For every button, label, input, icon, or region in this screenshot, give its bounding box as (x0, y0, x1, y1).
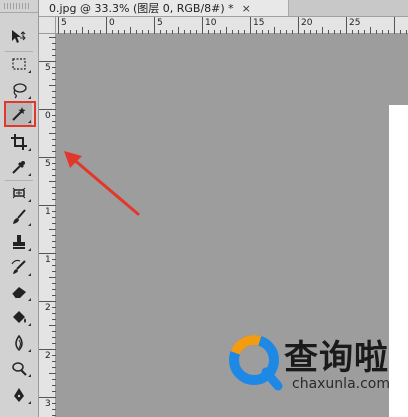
ruler-label: 2 (45, 351, 51, 361)
bucket-icon (10, 308, 28, 326)
ruler-label: 5 (157, 18, 163, 28)
submenu-indicator (28, 349, 31, 352)
history-brush-tool[interactable] (6, 256, 32, 278)
submenu-indicator (28, 273, 31, 276)
submenu-indicator (28, 248, 31, 251)
ruler-label: 0 (109, 18, 115, 28)
ruler-label: 2 (45, 303, 51, 313)
submenu-indicator (28, 70, 31, 73)
horizontal-ruler[interactable]: 5 0 5 10 15 20 25 (56, 17, 408, 34)
ruler-label: 0 (45, 111, 51, 121)
submenu-indicator (28, 148, 31, 151)
eraser-icon (10, 283, 28, 301)
eraser-tool[interactable] (6, 281, 32, 303)
submenu-indicator (28, 374, 31, 377)
dodge-tool[interactable] (6, 357, 32, 379)
close-icon[interactable]: × (242, 3, 251, 14)
photoshop-window: 0.jpg @ 33.3% (图层 0, RGB/8#) * × 5 0 5 1… (0, 0, 408, 417)
magic-wand-icon (10, 105, 28, 123)
stamp-icon (10, 233, 28, 251)
divider (5, 180, 33, 181)
brush-tool[interactable] (6, 206, 32, 228)
pen-tool[interactable] (6, 384, 32, 406)
blur-icon (10, 334, 28, 352)
lasso-tool[interactable] (6, 79, 32, 101)
paint-bucket-tool[interactable] (6, 306, 32, 328)
crop-icon (10, 133, 28, 151)
divider (5, 51, 33, 52)
canvas-area[interactable] (56, 34, 408, 417)
submenu-indicator (28, 298, 31, 301)
brush-icon (10, 208, 28, 226)
ruler-label: 25 (349, 18, 361, 28)
marquee-tool[interactable] (6, 53, 32, 75)
ruler-label: 10 (205, 18, 217, 28)
marquee-icon (10, 55, 28, 73)
lasso-icon (10, 81, 28, 99)
tools-panel (0, 0, 39, 417)
submenu-indicator (28, 323, 31, 326)
panel-grip[interactable] (4, 3, 30, 9)
vertical-ruler[interactable]: 5 0 5 1 1 2 2 3 (39, 34, 56, 417)
ruler-label: 1 (45, 255, 51, 265)
ruler-label: 5 (45, 63, 51, 73)
submenu-indicator (28, 173, 31, 176)
submenu-indicator (28, 96, 31, 99)
ruler-label: 5 (45, 159, 51, 169)
tab-bar: 0.jpg @ 33.3% (图层 0, RGB/8#) * × (39, 0, 408, 17)
ruler-label: 15 (253, 18, 265, 28)
history-brush-icon (10, 258, 28, 276)
ruler-label: 20 (301, 18, 313, 28)
move-tool[interactable] (6, 26, 32, 48)
ruler-label: 3 (45, 399, 51, 409)
submenu-indicator (28, 223, 31, 226)
blur-tool[interactable] (6, 332, 32, 354)
dodge-icon (10, 359, 28, 377)
clone-stamp-tool[interactable] (6, 231, 32, 253)
magic-wand-tool[interactable] (6, 103, 32, 125)
submenu-indicator (28, 199, 31, 202)
image-canvas-edge (389, 105, 408, 417)
document-window: 0.jpg @ 33.3% (图层 0, RGB/8#) * × 5 0 5 1… (39, 0, 408, 417)
submenu-indicator (28, 120, 31, 123)
eyedropper-tool[interactable] (6, 156, 32, 178)
document-tab-title: 0.jpg @ 33.3% (图层 0, RGB/8#) * (49, 2, 234, 15)
ruler-origin[interactable] (39, 17, 56, 34)
crop-tool[interactable] (6, 131, 32, 153)
ruler-label: 5 (61, 18, 67, 28)
submenu-indicator (28, 401, 31, 404)
ruler-label: 1 (45, 207, 51, 217)
healing-icon (10, 184, 28, 202)
eyedropper-icon (10, 158, 28, 176)
divider (0, 12, 38, 13)
pen-icon (10, 386, 28, 404)
document-tab[interactable]: 0.jpg @ 33.3% (图层 0, RGB/8#) * × (39, 0, 289, 16)
healing-brush-tool[interactable] (6, 182, 32, 204)
move-icon (10, 28, 28, 46)
